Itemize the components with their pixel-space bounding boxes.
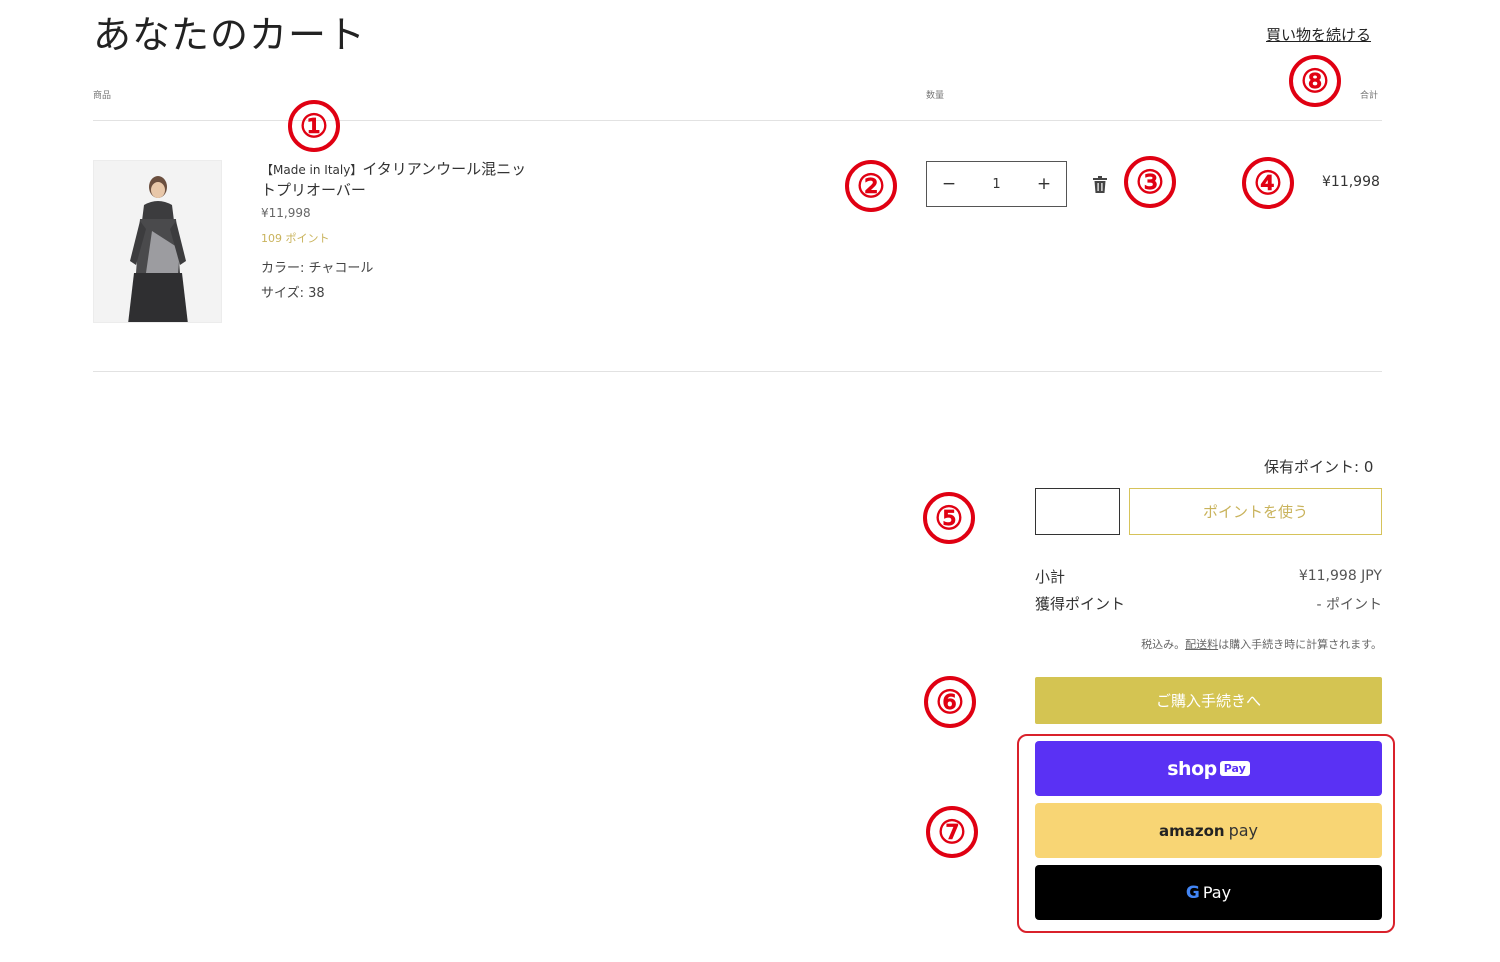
header-divider xyxy=(93,120,1382,121)
use-points-button[interactable]: ポイントを使う xyxy=(1129,488,1382,535)
subtotal-label: 小計 xyxy=(1035,568,1066,586)
quantity-input[interactable] xyxy=(974,175,1019,193)
column-header-quantity: 数量 xyxy=(926,91,945,101)
product-image[interactable] xyxy=(93,160,222,323)
earned-points-label: 獲得ポイント xyxy=(1035,595,1126,613)
product-unit-price: ¥11,998 xyxy=(261,206,311,220)
product-points: 109 ポイント xyxy=(261,232,330,245)
items-divider xyxy=(93,371,1382,372)
amazon-pay-button[interactable]: amazon pay xyxy=(1035,803,1382,858)
product-color: カラー: チャコール xyxy=(261,261,374,276)
subtotal-value: ¥11,998 JPY xyxy=(1298,568,1382,584)
shop-pay-badge: Pay xyxy=(1219,761,1250,776)
trash-icon xyxy=(1093,176,1107,193)
model-photo-icon xyxy=(94,161,221,322)
amazon-logo: amazon xyxy=(1158,821,1225,840)
continue-shopping-link[interactable]: 買い物を続ける xyxy=(1266,24,1371,45)
annotation-8: ⑧ xyxy=(1289,55,1341,107)
google-pay-label: Pay xyxy=(1202,883,1232,902)
held-points: 保有ポイント: 0 xyxy=(1264,458,1374,476)
product-name-line1: イタリアンウール混ニッ xyxy=(362,160,527,178)
earned-points-value: - ポイント xyxy=(1316,597,1382,613)
annotation-2: ② xyxy=(845,160,897,212)
google-pay-button[interactable]: G Pay xyxy=(1035,865,1382,920)
annotation-7: ⑦ xyxy=(926,806,978,858)
amazon-pay-label: pay xyxy=(1228,821,1259,840)
annotation-3: ③ xyxy=(1124,156,1176,208)
page-title: あなたのカート xyxy=(93,13,367,57)
tax-shipping-note: 税込み。配送料は購入手続き時に計算されます。 xyxy=(1141,636,1382,652)
checkout-button[interactable]: ご購入手続きへ xyxy=(1035,677,1382,724)
product-name-prefix: 【Made in Italy】 xyxy=(261,163,363,177)
product-name-line2: トプリオーバー xyxy=(261,181,366,199)
quantity-increase-button[interactable]: + xyxy=(1022,174,1066,194)
annotation-5: ⑤ xyxy=(923,492,975,544)
line-total: ¥11,998 xyxy=(1322,174,1380,190)
remove-item-button[interactable] xyxy=(1092,176,1108,194)
quantity-stepper: − + xyxy=(926,161,1067,207)
column-header-total: 合計 xyxy=(1360,91,1379,101)
google-g-icon: G xyxy=(1185,882,1200,903)
points-input[interactable] xyxy=(1035,488,1120,535)
quantity-decrease-button[interactable]: − xyxy=(927,174,971,194)
product-name[interactable]: 【Made in Italy】イタリアンウール混ニッ トプリオーバー xyxy=(261,159,561,200)
column-header-product: 商品 xyxy=(93,91,112,101)
shop-pay-button[interactable]: shop Pay xyxy=(1035,741,1382,796)
note-text-post: は購入手続き時に計算されます。 xyxy=(1218,638,1382,651)
shipping-link[interactable]: 配送料 xyxy=(1185,638,1218,651)
annotation-6: ⑥ xyxy=(924,676,976,728)
product-size: サイズ: 38 xyxy=(261,286,325,301)
annotation-4: ④ xyxy=(1242,157,1294,209)
note-text-pre: 税込み。 xyxy=(1141,638,1186,651)
annotation-1: ① xyxy=(288,100,340,152)
shop-pay-wordmark: shop xyxy=(1167,757,1217,780)
